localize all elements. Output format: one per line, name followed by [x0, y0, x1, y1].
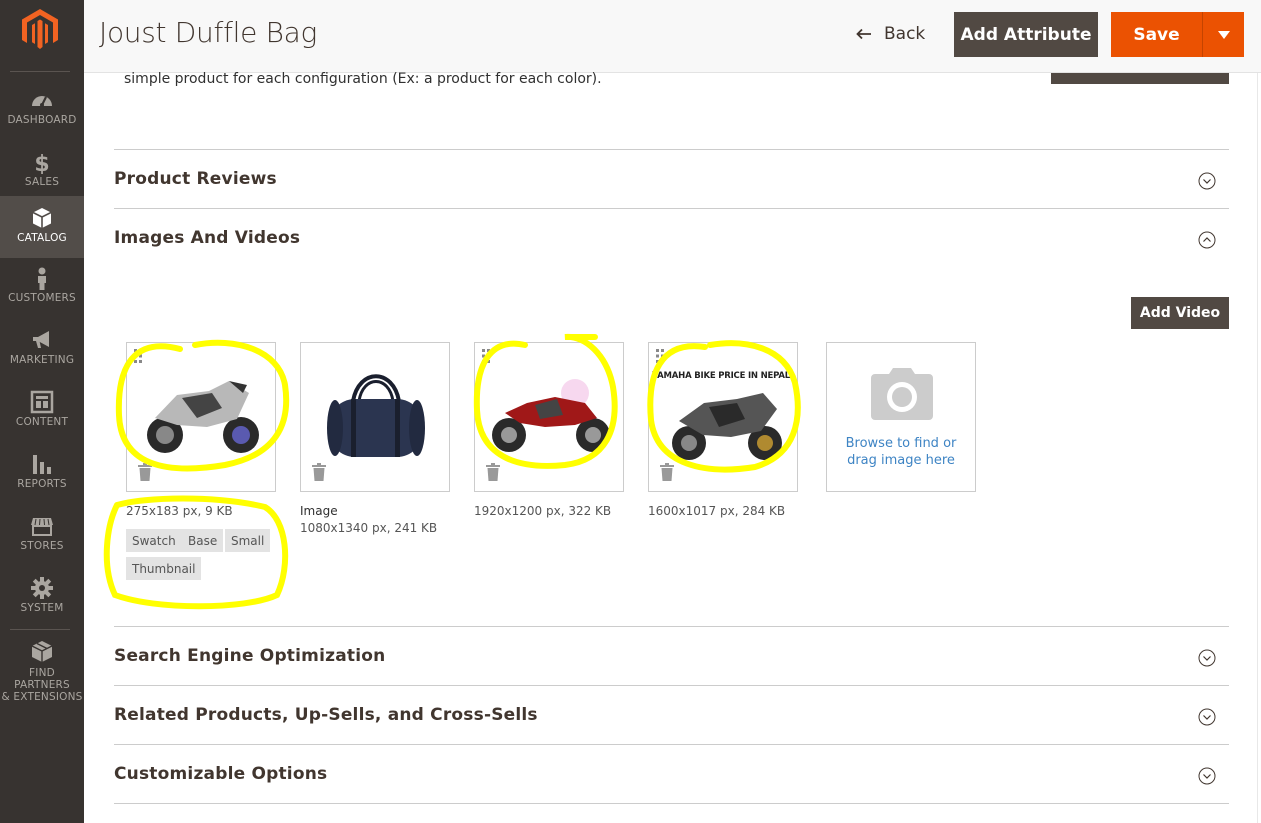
section-title: Images And Videos [114, 228, 301, 248]
sidebar-divider [10, 71, 70, 72]
section-product-reviews[interactable]: Product Reviews [114, 149, 1229, 208]
drag-handle-icon[interactable] [482, 349, 490, 363]
chevron-down-icon [1198, 708, 1216, 726]
image-name: Image [300, 504, 338, 518]
trash-icon[interactable] [311, 463, 327, 481]
arrow-left-icon [856, 28, 871, 40]
section-title: Product Reviews [114, 169, 277, 189]
svg-text:$: $ [34, 152, 49, 174]
image-caption: 1080x1340 px, 241 KB [300, 521, 438, 535]
dashboard-icon [32, 96, 52, 107]
drag-handle-icon[interactable] [134, 349, 142, 363]
section-divider [114, 803, 1229, 804]
save-options-toggle[interactable] [1203, 12, 1244, 57]
configurations-description: simple product for each configuration (E… [124, 71, 602, 87]
magento-logo[interactable] [20, 8, 60, 50]
image-thumbnail[interactable] [300, 342, 450, 492]
sidebar-item-find-partners[interactable]: FIND PARTNERS & EXTENSIONS [0, 634, 84, 703]
image-upload-dropzone[interactable]: Browse to find or drag image here [826, 342, 976, 492]
section-title: Customizable Options [114, 764, 328, 784]
motorcycle-image [672, 393, 782, 460]
sidebar-item-label: CONTENT [15, 416, 69, 428]
image-thumbnail[interactable]: YAMAHA BIKE PRICE IN NEPAL [648, 342, 798, 492]
add-video-button[interactable]: Add Video [1131, 297, 1229, 329]
sidebar-item-label-line2: & EXTENSIONS [1, 691, 83, 703]
image-caption: 275x183 px, 9 KB [126, 504, 233, 518]
scrollbar-track[interactable] [1257, 73, 1258, 823]
camera-icon [871, 368, 933, 420]
duffle-bag-image [327, 374, 425, 457]
section-seo[interactable]: Search Engine Optimization [114, 626, 1229, 685]
edit-configurations-button[interactable] [1051, 73, 1229, 84]
motorcycle-image [492, 379, 610, 452]
sidebar-item-catalog[interactable]: CATALOG [0, 196, 84, 258]
sidebar-item-label: CATALOG [17, 232, 67, 244]
bar-chart-icon [33, 455, 51, 474]
person-icon [38, 267, 46, 290]
sidebar-item-sales[interactable]: $ SALES [0, 142, 84, 204]
image-thumbnail[interactable] [474, 342, 624, 492]
image-caption: 1600x1017 px, 284 KB [648, 504, 786, 518]
section-related-products[interactable]: Related Products, Up-Sells, and Cross-Se… [114, 685, 1229, 744]
role-tag-swatch: Swatch [126, 529, 182, 552]
gear-icon [31, 577, 53, 599]
sidebar-item-label: DASHBOARD [7, 114, 77, 126]
page-header: Joust Duffle Bag Back Add Attribute Save [84, 0, 1261, 73]
sidebar-item-customers[interactable]: CUSTOMERS [0, 258, 84, 320]
drag-handle-icon[interactable] [656, 349, 664, 363]
chevron-down-icon [1198, 172, 1216, 190]
section-title: Search Engine Optimization [114, 646, 386, 666]
chevron-down-icon [1198, 767, 1216, 785]
sidebar-item-label: STORES [20, 540, 64, 552]
role-tag-small: Small [225, 529, 271, 552]
sidebar-item-label: MARKETING [9, 354, 75, 366]
role-tag-thumbnail: Thumbnail [126, 557, 202, 580]
sidebar-item-content[interactable]: CONTENT [0, 382, 84, 444]
back-button[interactable]: Back [856, 22, 925, 46]
save-button[interactable]: Save [1111, 12, 1203, 57]
upload-instructions[interactable]: Browse to find or drag image here [827, 435, 975, 469]
section-customizable-options[interactable]: Customizable Options [114, 744, 1229, 803]
trash-icon[interactable] [659, 463, 675, 481]
store-icon [31, 518, 53, 536]
caret-down-icon [1217, 30, 1230, 39]
sidebar-divider [10, 629, 70, 630]
add-attribute-button[interactable]: Add Attribute [954, 12, 1098, 57]
trash-icon[interactable] [137, 463, 153, 481]
sidebar-item-label: SALES [24, 176, 60, 188]
sidebar-item-reports[interactable]: REPORTS [0, 444, 84, 506]
layout-icon [30, 390, 54, 414]
sidebar-item-system[interactable]: SYSTEM [0, 568, 84, 630]
dollar-icon: $ [34, 152, 49, 174]
box-icon [32, 208, 52, 228]
sidebar-item-label: CUSTOMERS [8, 292, 76, 304]
upload-line2: drag image here [847, 453, 955, 468]
section-title: Related Products, Up-Sells, and Cross-Se… [114, 705, 538, 725]
admin-sidebar: DASHBOARD $ SALES CATALOG CUSTOMERS MARK… [0, 0, 84, 823]
sidebar-item-label-line1: FIND PARTNERS [14, 667, 70, 691]
section-images-and-videos[interactable]: Images And Videos [114, 208, 1229, 267]
chevron-down-icon [1198, 649, 1216, 667]
sidebar-item-marketing[interactable]: MARKETING [0, 320, 84, 382]
sidebar-item-label: REPORTS [17, 478, 67, 490]
page-title: Joust Duffle Bag [99, 16, 318, 49]
image-caption-block: Image 1080x1340 px, 241 KB [300, 503, 437, 537]
motorcycle-image [147, 381, 259, 453]
back-label: Back [884, 24, 926, 44]
megaphone-icon [33, 331, 49, 348]
image-thumbnail[interactable] [126, 342, 276, 492]
upload-line1: Browse to find or [845, 436, 957, 451]
role-tag-base: Base [182, 529, 224, 552]
image-caption: 1920x1200 px, 322 KB [474, 504, 612, 518]
sidebar-item-dashboard[interactable]: DASHBOARD [0, 80, 84, 142]
sidebar-item-label: SYSTEM [20, 602, 64, 614]
chevron-up-icon [1198, 231, 1216, 249]
trash-icon[interactable] [485, 463, 501, 481]
sidebar-item-stores[interactable]: STORES [0, 506, 84, 568]
extensions-icon [31, 641, 53, 662]
